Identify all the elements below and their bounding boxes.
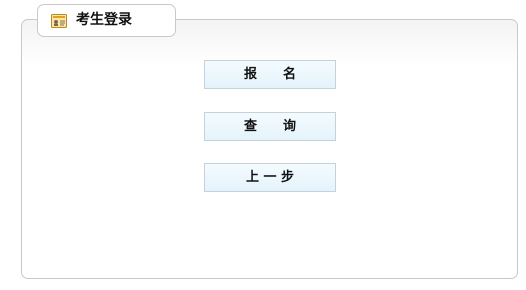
- previous-step-button[interactable]: 上 一 步: [204, 163, 336, 192]
- login-panel: [21, 19, 518, 279]
- id-card-icon: [51, 13, 67, 28]
- panel-tab: 考生登录: [37, 4, 176, 37]
- register-button[interactable]: 报 名: [204, 60, 336, 89]
- query-button[interactable]: 查 询: [204, 112, 336, 141]
- panel-title: 考生登录: [76, 12, 132, 28]
